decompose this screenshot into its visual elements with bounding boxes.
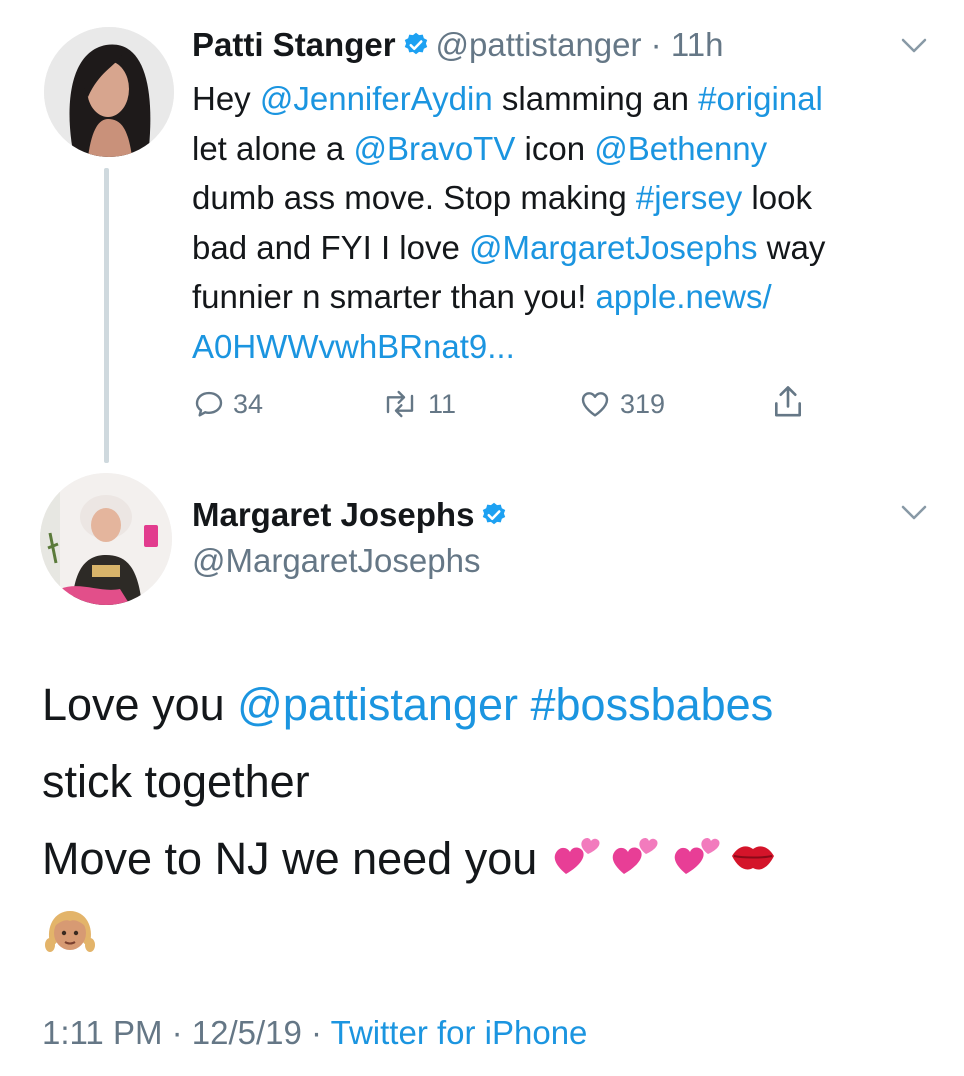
two-hearts-emoji [604,824,666,901]
avatar-patti-stanger[interactable] [44,27,174,157]
tweet2-author-name-row: Margaret Josephs [192,492,514,541]
text-segment: let alone a [192,129,354,167]
verified-badge-icon [480,495,508,541]
text-segment: icon [515,129,595,167]
tweet2-footer: 1:11 PM · 12/5/19 · Twitter for iPhone [42,1008,587,1058]
verified-badge-icon [402,25,430,71]
text-segment [518,679,531,730]
like-icon [581,392,609,417]
url-link[interactable]: A0HWWvwhBRnat9... [192,328,515,365]
like-count: 319 [620,388,666,419]
tweet1-text: Hey @JenniferAydin slamming an #original… [192,74,932,371]
text-segment: look [742,179,812,216]
footer-separator: · [162,1014,192,1051]
tweet1-separator: · [641,26,671,63]
text-segment: bad and FYI I love [192,228,470,266]
share-icon [774,386,802,417]
text-segment: Hey [192,80,260,117]
text-segment: Love you [42,679,238,730]
reply-button[interactable]: 34 [193,384,263,424]
text-segment: stick together [42,756,310,807]
like-button[interactable]: 319 [578,384,665,424]
retweet-icon [386,390,414,418]
tweet2-text: Love you @pattistanger #bossbabes stick … [42,666,922,982]
retweet-count: 11 [428,388,457,419]
text-segment: Move to NJ we need you [42,833,550,884]
tweet2-date[interactable]: 12/5/19 [192,1014,302,1051]
tweet2-time[interactable]: 1:11 PM [42,1014,162,1051]
hashtag-link[interactable]: #jersey [636,179,742,216]
mention-link[interactable]: @pattistanger [237,679,518,730]
thread-connector-line [104,168,109,463]
tweet1-author-name[interactable]: Patti Stanger [192,26,396,63]
tweet2-author-name[interactable]: Margaret Josephs [192,496,474,533]
two-hearts-emoji [550,824,604,901]
kiss-mark-emoji [728,824,778,901]
two-hearts-emoji [666,824,728,901]
tweet1-header: Patti Stanger @pattistanger · 11h [192,22,723,71]
text-segment: funnier n smarter than you! [192,278,596,315]
chevron-down-icon[interactable] [901,38,927,54]
share-button[interactable] [770,382,814,422]
hashtag-link[interactable]: #original [698,80,823,117]
girl-emoji [42,903,98,982]
avatar-margaret-josephs[interactable] [40,473,172,605]
retweet-button[interactable]: 11 [380,384,456,424]
mention-link[interactable]: @Bethenny [594,130,767,167]
tweet1-time[interactable]: 11h [671,26,724,63]
tweet2-handle[interactable]: @MargaretJosephs [192,538,480,584]
mention-link[interactable]: @BravoTV [353,130,515,167]
reply-icon [195,391,223,417]
tweet2-source-link[interactable]: Twitter for iPhone [331,1014,588,1051]
chevron-down-icon[interactable] [901,505,927,521]
hashtag-link[interactable]: #bossbabes [531,679,774,730]
reply-count: 34 [233,388,264,419]
mention-link[interactable]: @JenniferAydin [260,80,493,117]
text-segment: slamming an [492,80,699,117]
tweet1-handle[interactable]: @pattistanger [436,26,642,63]
url-link[interactable]: apple.news/ [596,278,772,315]
text-segment: way [757,228,826,266]
footer-separator: · [301,1014,331,1051]
text-segment: dumb ass move. Stop making [192,179,636,216]
mention-link[interactable]: @MargaretJosephs [469,229,757,266]
